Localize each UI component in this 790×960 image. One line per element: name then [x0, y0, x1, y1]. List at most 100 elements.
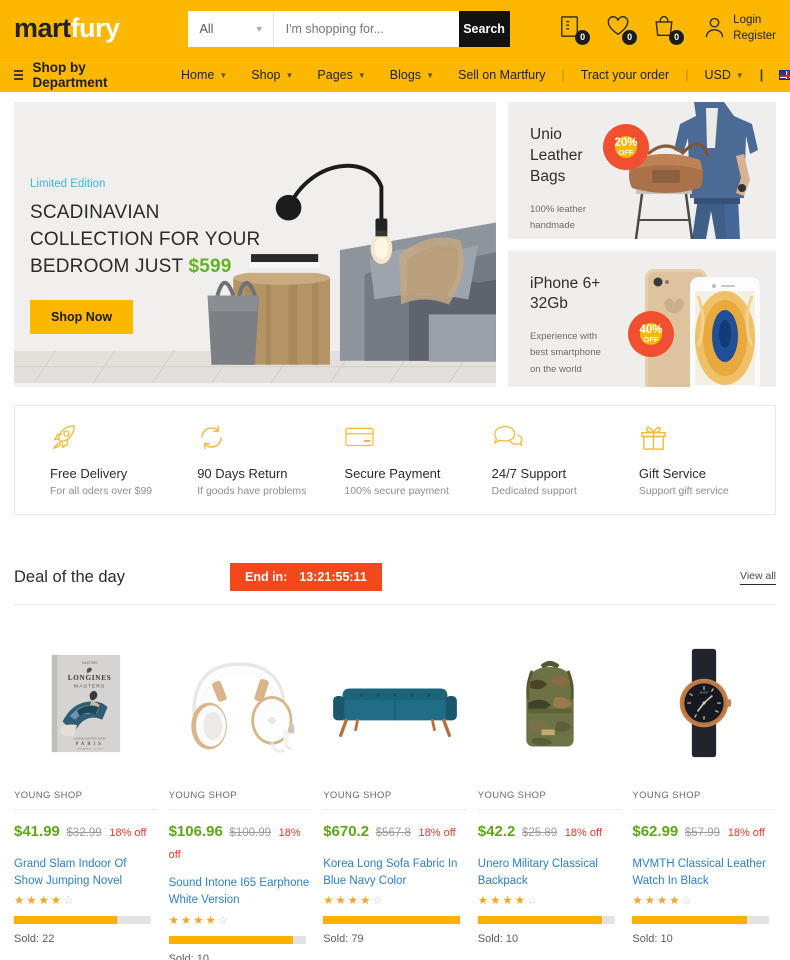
nav-links: Home ▼ Shop ▼ Pages ▼ Blogs ▼ Sell on Ma…: [169, 68, 790, 82]
search-input[interactable]: [273, 10, 459, 47]
wishlist-icon[interactable]: 0: [606, 15, 638, 45]
product-shop-name[interactable]: YOUNG SHOP: [14, 790, 158, 810]
shop-by-department-button[interactable]: Shop by Department: [14, 60, 113, 90]
main-navigation-bar: Shop by Department Home ▼ Shop ▼ Pages ▼…: [0, 57, 790, 92]
product-price: $41.99: [14, 823, 60, 840]
sb1-line2: Leather: [530, 146, 583, 164]
nav-item-shop[interactable]: Shop ▼: [239, 68, 305, 82]
product-shop-name[interactable]: YOUNG SHOP: [477, 790, 622, 810]
search-category-select[interactable]: All ▼: [188, 10, 274, 47]
deal-product-list: MASTERS LONGINES MASTERS LONGINES MASTER…: [14, 633, 776, 960]
service-subtitle: Support gift service: [638, 485, 729, 497]
deal-countdown-timer: End in: 13:21:55:11: [230, 563, 382, 591]
login-link[interactable]: Login: [733, 13, 776, 28]
service-free-delivery: Free Delivery For all oders over $99: [27, 423, 174, 497]
product-image[interactable]: MASTERS LONGINES MASTERS LONGINES MASTER…: [14, 633, 158, 773]
product-sold-count: Sold: 10: [168, 952, 209, 960]
language-selector[interactable]: English ▼: [767, 68, 790, 82]
discount-percent: 40%: [639, 323, 663, 336]
register-link[interactable]: Register: [733, 29, 776, 44]
nav-item-home[interactable]: Home ▼: [169, 68, 239, 82]
product-rating-stars: ★★★★☆: [14, 895, 76, 907]
product-old-price: $32.99: [66, 827, 102, 839]
product-name-link[interactable]: Korea Long Sofa Fabric In Blue Navy Colo…: [323, 856, 467, 891]
shop-by-department-label: Shop by Department: [32, 60, 108, 90]
product-shop-name[interactable]: YOUNG SHOP: [323, 790, 467, 810]
product-image[interactable]: [323, 633, 467, 773]
product-price: $106.96: [168, 823, 223, 840]
product-discount: 18% off: [109, 827, 147, 839]
service-subtitle: 100% secure payment: [344, 485, 449, 497]
hero-banner-main[interactable]: Limited Edition SCADINAVIAN COLLECTION F…: [14, 102, 496, 387]
service-gift-service: Gift Service Support gift service: [616, 423, 763, 497]
product-name-link[interactable]: MVMTH Classical Leather Watch In Black: [632, 856, 776, 891]
product-old-price: $567.8: [375, 827, 411, 839]
chat-bubbles-icon: [492, 423, 616, 453]
product-name-link[interactable]: Sound Intone I65 Earphone White Version: [169, 875, 313, 910]
product-card[interactable]: YOUNG SHOP $42.2 $25.89 18% off Unero Mi…: [477, 633, 633, 960]
nav-separator: |: [685, 68, 689, 82]
sb2-line2: 32Gb: [530, 295, 568, 313]
side-banner-column: Unio Leather Bags 100% leather handmade …: [508, 102, 776, 387]
hero-text-block: Limited Edition SCADINAVIAN COLLECTION F…: [30, 178, 260, 334]
deal-section-title: Deal of the day: [14, 567, 125, 586]
service-title: 90 Days Return: [197, 466, 288, 481]
nav-item-track-order[interactable]: Tract your order: [569, 68, 681, 82]
product-stock-progress: [168, 935, 306, 944]
product-shop-name[interactable]: YOUNG SHOP: [632, 790, 776, 810]
hero-heading-line2: COLLECTION FOR YOUR: [30, 228, 261, 250]
account-menu[interactable]: Login Register: [703, 13, 776, 44]
product-card[interactable]: MASTERS LONGINES MASTERS LONGINES MASTER…: [14, 633, 169, 960]
site-logo[interactable]: martfury: [14, 15, 120, 42]
product-price: $670.2: [323, 823, 370, 840]
product-image[interactable]: MVMT: [632, 633, 776, 773]
svg-text:MVMT: MVMT: [700, 691, 709, 695]
product-sold-count: Sold: 22: [14, 933, 55, 945]
service-subtitle: For all oders over $99: [50, 485, 153, 497]
chevron-down-icon: ▼: [254, 23, 264, 34]
product-card[interactable]: MVMT YOUNG SHOP $62.99 $57.99 18% off MV…: [632, 633, 776, 960]
product-name-link[interactable]: Grand Slam Indoor Of Show Jumping Novel: [14, 856, 158, 891]
credit-card-icon: [344, 423, 468, 453]
nav-item-pages[interactable]: Pages ▼: [305, 68, 377, 82]
product-card[interactable]: YOUNG SHOP $670.2 $567.8 18% off Korea L…: [323, 633, 478, 960]
service-title: Gift Service: [638, 466, 706, 481]
product-sold-count: Sold: 10: [632, 933, 673, 945]
currency-selector[interactable]: USD ▼: [692, 68, 755, 82]
hero-heading: SCADINAVIAN COLLECTION FOR YOUR BEDROOM …: [30, 200, 260, 281]
side-banner-leather-bags[interactable]: Unio Leather Bags 100% leather handmade …: [508, 102, 776, 239]
view-all-link[interactable]: View all: [740, 570, 776, 585]
service-90-days-return: 90 Days Return If goods have problems: [174, 423, 321, 497]
product-price: $42.2: [477, 823, 516, 840]
product-rating-stars: ★★★★☆: [323, 895, 385, 907]
black-leather-watch-image: MVMT: [679, 648, 732, 758]
side-banner-1-text: Unio Leather Bags 100% leather handmade: [530, 125, 586, 234]
side-banner-iphone[interactable]: iPhone 6+ 32Gb Experience with best smar…: [508, 250, 776, 387]
search-button[interactable]: Search: [458, 10, 510, 47]
rocket-icon: [50, 423, 174, 453]
product-rating-stars: ★★★★☆: [632, 895, 694, 907]
countdown-label: End in:: [245, 570, 288, 584]
product-old-price: $25.89: [521, 827, 558, 839]
product-name-link[interactable]: Unero Military Classical Backpack: [478, 856, 622, 891]
nav-item-blogs[interactable]: Blogs ▼: [378, 68, 446, 82]
nav-item-sell-on-martfury[interactable]: Sell on Martfury: [446, 68, 558, 82]
product-price: $62.99: [632, 823, 679, 840]
compare-icon[interactable]: 0: [559, 15, 591, 45]
product-image[interactable]: [169, 633, 313, 773]
nav-item-home-label: Home: [181, 68, 215, 82]
nav-item-pages-label: Pages: [317, 68, 353, 82]
uk-flag-icon: [779, 70, 790, 80]
hero-eyebrow: Limited Edition: [30, 178, 106, 190]
discount-badge-40: 40% OFF: [628, 310, 674, 357]
logo-text-mart: mart: [14, 13, 71, 43]
compare-count-badge: 0: [575, 29, 591, 45]
hero-heading-line1: SCADINAVIAN: [30, 202, 160, 223]
product-price-row: $106.96 $100.99 18% off: [169, 821, 313, 863]
product-shop-name[interactable]: YOUNG SHOP: [168, 790, 313, 810]
product-image[interactable]: [478, 633, 622, 773]
shop-now-button[interactable]: Shop Now: [30, 299, 134, 334]
nav-item-sell-label: Sell on Martfury: [457, 68, 546, 82]
cart-icon[interactable]: 0: [653, 15, 685, 45]
product-card[interactable]: YOUNG SHOP $106.96 $100.99 18% off Sound…: [168, 633, 324, 960]
